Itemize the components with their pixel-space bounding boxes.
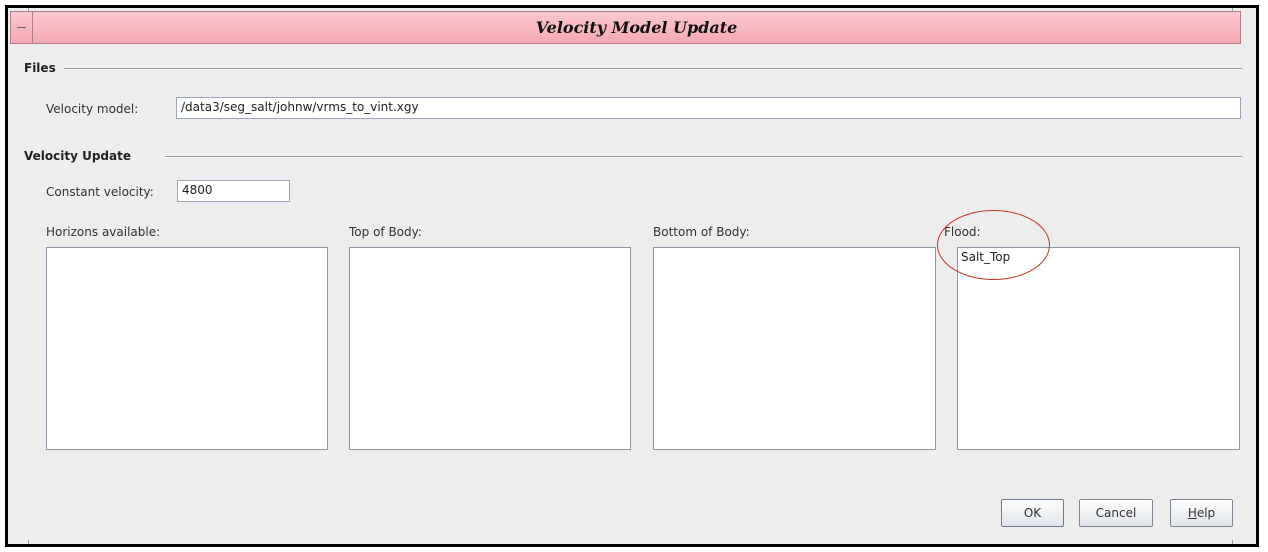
minus-icon xyxy=(17,27,26,28)
velocity-model-field[interactable]: /data3/seg_salt/johnw/vrms_to_vint.xgy xyxy=(176,97,1241,119)
resize-tick xyxy=(28,540,29,544)
horizons-available-label: Horizons available: xyxy=(46,225,161,239)
velocity-update-divider xyxy=(165,156,1242,158)
ok-button[interactable]: OK xyxy=(1001,499,1064,527)
list-item[interactable]: Salt_Top xyxy=(958,248,1239,266)
velocity-update-section-title: Velocity Update xyxy=(24,149,131,163)
window-menu-button[interactable] xyxy=(11,12,33,43)
bottom-of-body-label: Bottom of Body: xyxy=(653,225,750,239)
files-section-title: Files xyxy=(24,61,56,75)
top-of-body-label: Top of Body: xyxy=(349,225,422,239)
flood-list[interactable]: Salt_Top xyxy=(957,247,1240,450)
resize-tick xyxy=(1232,8,1233,12)
constant-velocity-label: Constant velocity: xyxy=(46,185,154,199)
constant-velocity-field[interactable]: 4800 xyxy=(177,180,290,202)
horizons-available-list[interactable] xyxy=(46,247,328,450)
flood-label: Flood: xyxy=(944,225,981,239)
window-title: Velocity Model Update xyxy=(535,18,738,37)
bottom-of-body-list[interactable] xyxy=(653,247,936,450)
title-bar: Velocity Model Update xyxy=(10,11,1241,44)
resize-tick xyxy=(1232,540,1233,544)
help-label: elp xyxy=(1196,506,1216,520)
cancel-button[interactable]: Cancel xyxy=(1079,499,1153,527)
top-of-body-list[interactable] xyxy=(349,247,631,450)
help-mnemonic: H xyxy=(1187,506,1197,520)
help-button[interactable]: Help xyxy=(1170,499,1233,527)
files-divider xyxy=(64,68,1242,70)
velocity-model-label: Velocity model: xyxy=(46,102,139,116)
resize-tick xyxy=(28,8,29,12)
